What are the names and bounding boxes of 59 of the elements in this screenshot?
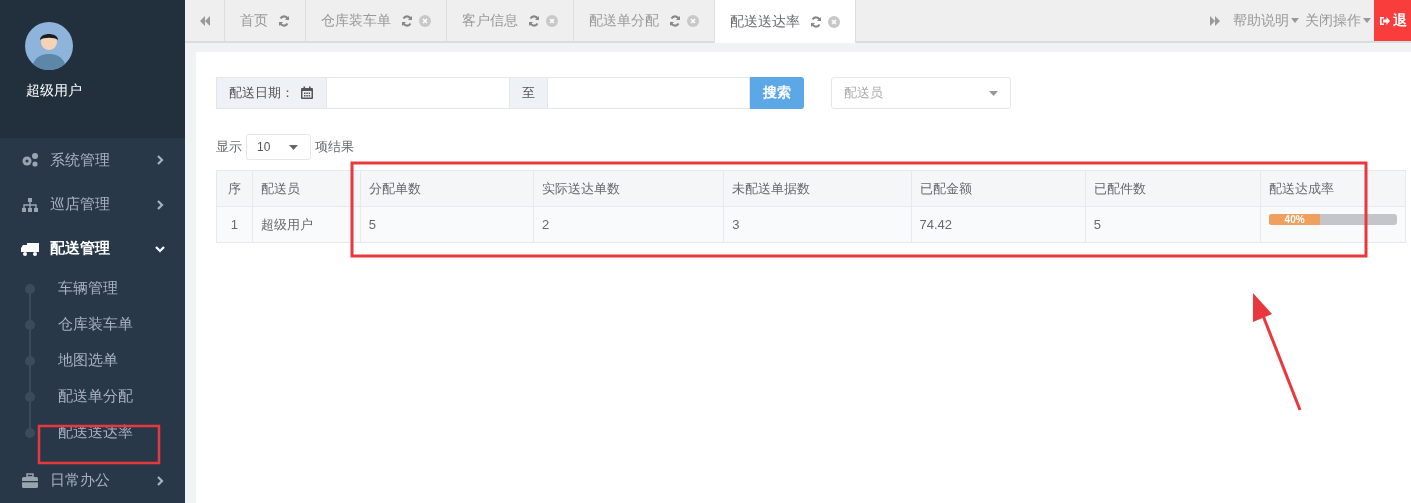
chevron-right-icon: [155, 198, 165, 211]
logout-button[interactable]: 退: [1374, 0, 1411, 41]
table-cell: 5: [1085, 206, 1261, 243]
user-name: 超级用户: [26, 82, 82, 100]
sign-out-icon: [1379, 14, 1391, 27]
submenu-item[interactable]: 车辆管理: [58, 279, 118, 299]
sidebar-menu-item[interactable]: 日常办公: [0, 458, 185, 503]
table-cell: 超级用户: [252, 206, 361, 243]
progress-fill: 40%: [1269, 214, 1321, 225]
hierarchy-icon: [21, 196, 39, 213]
avatar-icon[interactable]: [25, 22, 73, 70]
close-icon[interactable]: [687, 14, 699, 27]
submenu-item[interactable]: 地图选单: [58, 351, 118, 371]
sidebar-menu-item[interactable]: 配送管理: [0, 226, 185, 271]
column-header[interactable]: 已配件数: [1085, 170, 1261, 207]
column-header[interactable]: 实际送达单数: [533, 170, 724, 207]
submenu-item[interactable]: 仓库装车单: [58, 315, 133, 335]
results-label: 项结果: [315, 138, 354, 156]
refresh-icon[interactable]: [669, 14, 681, 27]
page-size-select[interactable]: 10: [246, 134, 311, 160]
page-tab[interactable]: 配送送达率: [715, 0, 856, 43]
caret-icon: [1363, 18, 1371, 23]
close-icon[interactable]: [419, 14, 431, 27]
submenu-item[interactable]: 配送单分配: [58, 387, 133, 407]
table-cell: 5: [360, 206, 534, 243]
start-date-field[interactable]: [327, 77, 510, 109]
truck-icon: [21, 240, 39, 257]
date-label: 配送日期：: [216, 77, 327, 109]
sidebar-menu-item[interactable]: 巡店管理: [0, 182, 185, 227]
table-cell: 2: [533, 206, 724, 243]
refresh-icon[interactable]: [810, 15, 822, 28]
caret-icon: [989, 90, 998, 96]
chevron-right-icon: [155, 474, 165, 487]
sidebar-menu-item[interactable]: 系统管理: [0, 138, 185, 183]
caret-icon: [289, 144, 298, 150]
column-header[interactable]: 未配送单据数: [723, 170, 911, 207]
double-left-icon: [198, 14, 211, 27]
close-icon[interactable]: [828, 15, 840, 28]
refresh-icon[interactable]: [278, 14, 290, 27]
chevron-right-icon: [155, 154, 165, 167]
refresh-icon[interactable]: [401, 14, 413, 27]
show-label: 显示: [216, 138, 242, 156]
double-right-icon: [1209, 14, 1221, 27]
column-header[interactable]: 序: [216, 170, 253, 207]
end-date-field[interactable]: [548, 77, 750, 109]
table-cell: 1: [216, 206, 253, 243]
gears-icon: [21, 152, 39, 169]
column-header[interactable]: 分配单数: [360, 170, 534, 207]
column-header[interactable]: 配送达成率: [1260, 170, 1406, 207]
refresh-icon[interactable]: [528, 14, 540, 27]
column-header[interactable]: 已配金额: [911, 170, 1086, 207]
range-separator: 至: [510, 77, 548, 109]
briefcase-icon: [21, 472, 39, 489]
table-cell: 74.42: [911, 206, 1086, 243]
close-icon[interactable]: [546, 14, 558, 27]
column-header[interactable]: 配送员: [252, 170, 361, 207]
caret-icon: [1291, 18, 1299, 23]
calendar-icon: [300, 86, 314, 100]
table-cell: 3: [723, 206, 911, 243]
